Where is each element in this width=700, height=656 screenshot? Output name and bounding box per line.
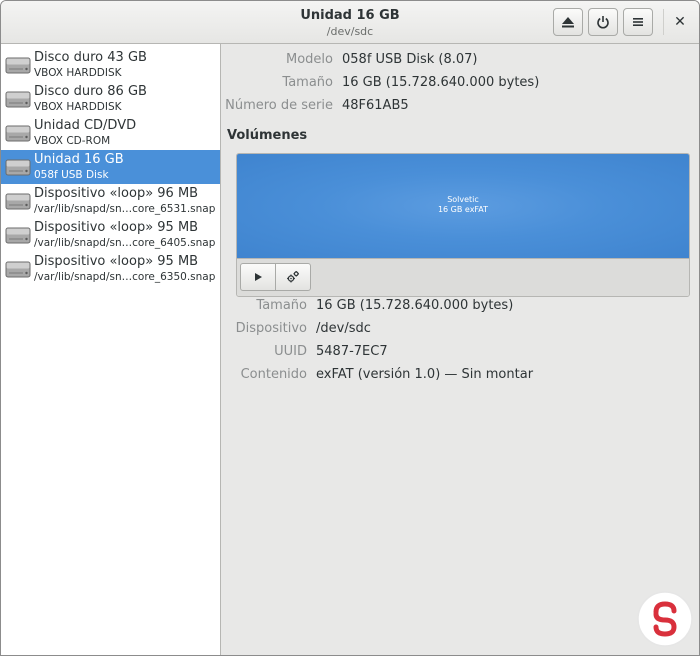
drive-description: /var/lib/snapd/sn…core_6531.snap [34,203,216,215]
gears-icon [287,271,299,283]
serial-value: 48F61AB5 [342,98,409,113]
sidebar-drive-item-4[interactable]: Unidad 16 GB 058f USB Disk [1,150,220,184]
uuid-value: 5487-7EC7 [316,344,388,359]
partition-settings-button[interactable] [275,263,311,291]
optical-drive-icon [5,125,31,142]
drive-description: VBOX HARDDISK [34,101,122,113]
eject-button[interactable] [553,8,583,36]
drive-name: Unidad 16 GB [34,152,124,167]
close-icon: ✕ [674,14,686,30]
volume-map: Solvetic 16 GB exFAT [236,153,690,297]
serial-label: Número de serie [225,98,333,113]
volume-toolbar [237,258,689,296]
model-label: Modelo [286,52,333,67]
sidebar-drive-item-5[interactable]: Dispositivo «loop» 96 MB /var/lib/snapd/… [1,184,220,218]
power-off-button[interactable] [588,8,618,36]
drive-size-label: Tamaño [282,75,333,90]
uuid-label: UUID [274,344,307,359]
mount-button[interactable] [240,263,276,291]
volumes-heading: Volúmenes [227,128,308,143]
eject-icon [562,17,574,28]
drive-name: Disco duro 86 GB [34,84,147,99]
drives-sidebar: Disco duro 43 GB VBOX HARDDISK Disco dur… [1,44,221,655]
volume-size-value: 16 GB (15.728.640.000 bytes) [316,298,514,313]
drive-name: Dispositivo «loop» 96 MB [34,186,199,201]
harddisk-icon [5,91,31,108]
loop-device-icon [5,227,31,244]
drive-name: Dispositivo «loop» 95 MB [34,254,199,269]
loop-device-icon [5,261,31,278]
drive-description: 058f USB Disk [34,169,109,181]
drive-description: VBOX CD-ROM [34,135,111,147]
device-value: /dev/sdc [316,321,371,336]
drive-name: Dispositivo «loop» 95 MB [34,220,199,235]
drive-description: VBOX HARDDISK [34,67,122,79]
power-icon [597,16,609,29]
header-bar: Unidad 16 GB /dev/sdc ✕ [1,1,699,44]
contents-label: Contenido [240,367,307,382]
usb-drive-icon [5,159,31,176]
harddisk-icon [5,57,31,74]
close-button[interactable]: ✕ [665,8,695,36]
sidebar-drive-item-2[interactable]: Disco duro 86 GB VBOX HARDDISK [1,82,220,116]
volume-name: Solvetic [447,195,479,204]
volume-partition[interactable]: Solvetic 16 GB exFAT [237,154,689,258]
volume-size-label: Tamaño [256,298,307,313]
header-separator [663,9,664,35]
drive-details-panel: Modelo 058f USB Disk (8.07) Tamaño 16 GB… [221,44,699,655]
play-icon [255,273,262,281]
device-label: Dispositivo [235,321,307,336]
disks-window: Unidad 16 GB /dev/sdc ✕ Disco duro 43 GB… [0,0,700,656]
contents-value: exFAT (versión 1.0) — Sin montar [316,367,534,382]
drive-menu-button[interactable] [623,8,653,36]
sidebar-drive-item-3[interactable]: Unidad CD/DVD VBOX CD-ROM [1,116,220,150]
sidebar-drive-item-7[interactable]: Dispositivo «loop» 95 MB /var/lib/snapd/… [1,252,220,286]
drive-description: /var/lib/snapd/sn…core_6350.snap [34,271,216,283]
model-value: 058f USB Disk (8.07) [342,52,478,67]
volume-description: 16 GB exFAT [437,205,489,214]
loop-device-icon [5,193,31,210]
drive-name: Unidad CD/DVD [34,118,137,133]
drive-size-value: 16 GB (15.728.640.000 bytes) [342,75,540,90]
drive-name: Disco duro 43 GB [34,50,147,65]
hamburger-menu-icon [633,18,643,26]
sidebar-drive-item-6[interactable]: Dispositivo «loop» 95 MB /var/lib/snapd/… [1,218,220,252]
sidebar-drive-item-1[interactable]: Disco duro 43 GB VBOX HARDDISK [1,48,220,82]
drive-description: /var/lib/snapd/sn…core_6405.snap [34,237,216,249]
watermark-logo [637,591,693,647]
